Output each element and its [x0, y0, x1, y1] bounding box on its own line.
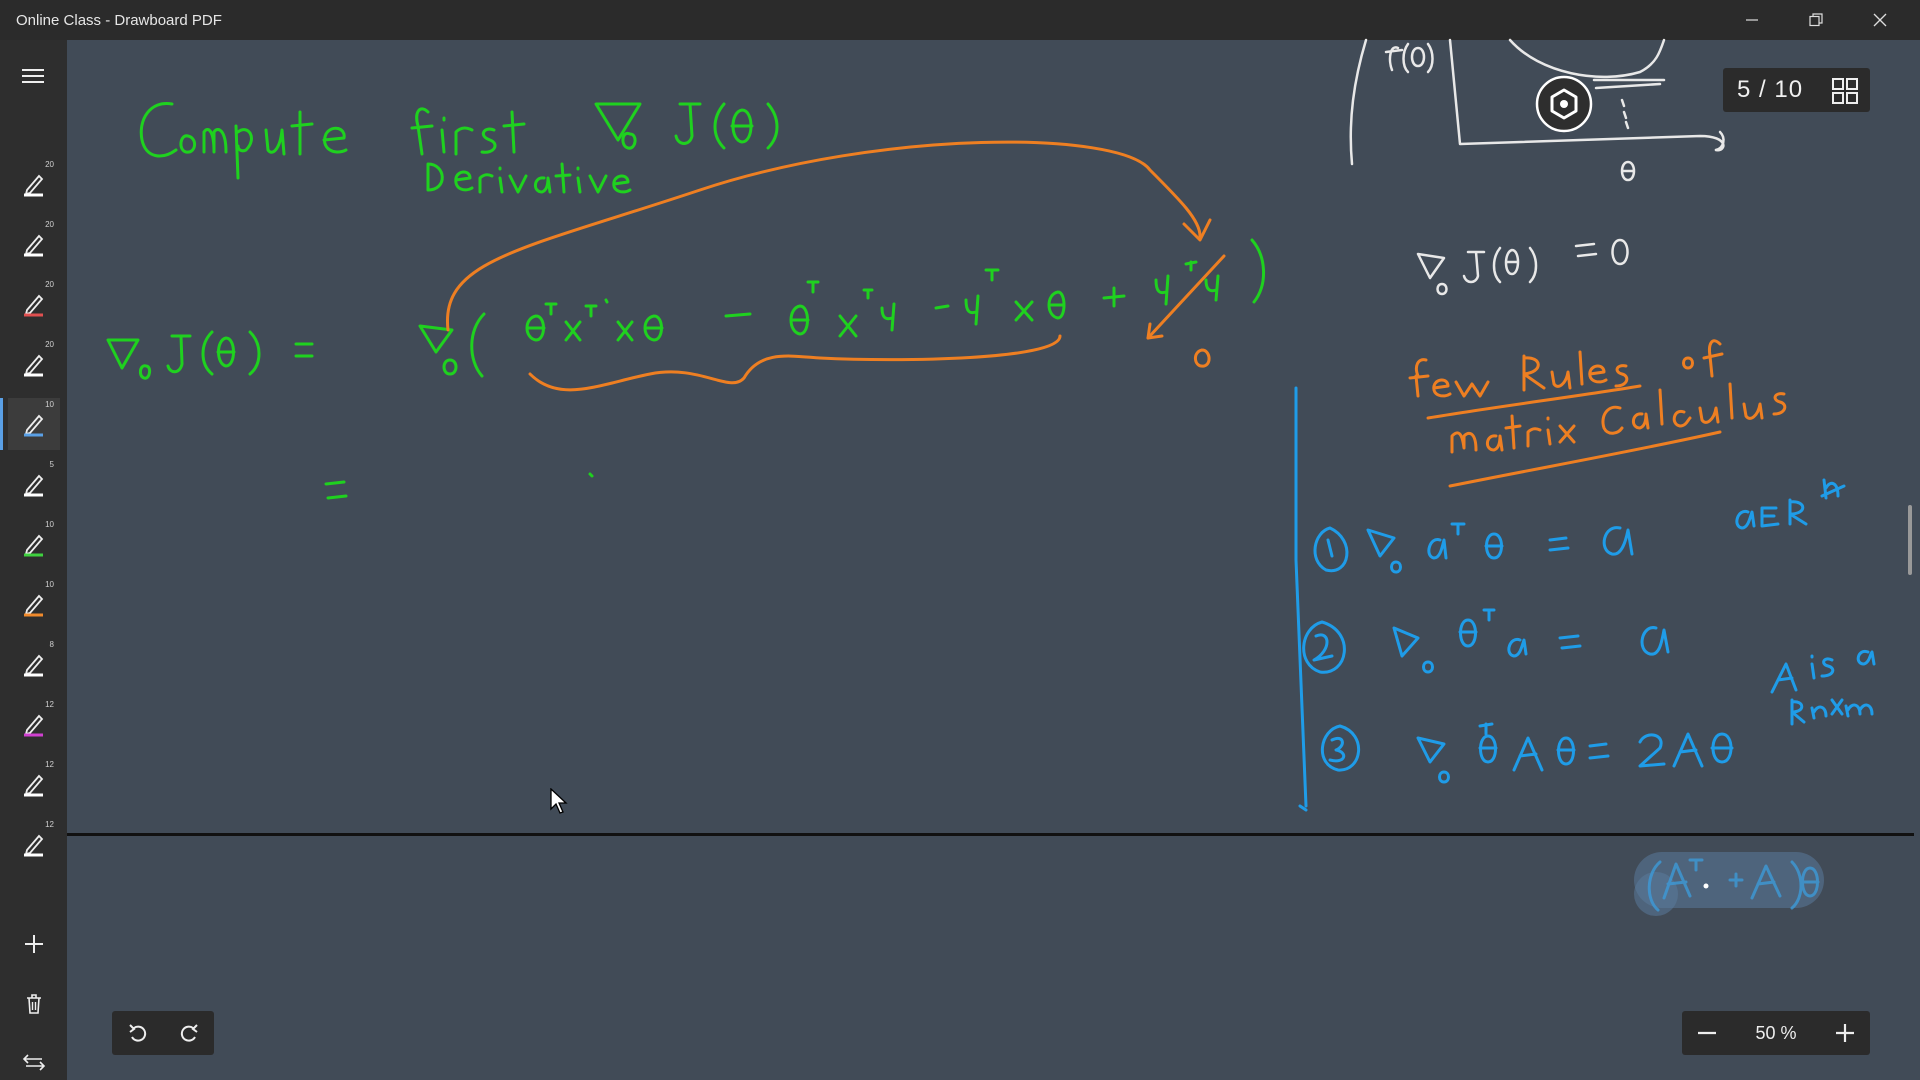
pen-icon [24, 474, 44, 497]
minus-icon [1698, 1031, 1716, 1035]
pen-size: 10 [45, 580, 54, 589]
faded-highlight-ink [1634, 852, 1824, 916]
tool-sidebar: 20 20 20 20 10 5 10 10 8 12 12 12 [0, 40, 67, 1080]
pen-tool-12[interactable]: 12 [8, 818, 60, 870]
pen-size: 20 [45, 220, 54, 229]
redo-icon [180, 1024, 198, 1042]
mouse-cursor-icon [550, 788, 568, 814]
pen-icon [24, 654, 44, 677]
pen-icon [24, 834, 44, 857]
pen-size: 20 [45, 280, 54, 289]
pen-size: 10 [45, 520, 54, 529]
page-number-text: 5 / 10 [1737, 76, 1804, 103]
pen-tool-6[interactable]: 5 [8, 458, 60, 510]
trash-icon[interactable] [18, 988, 50, 1020]
pen-icon [24, 594, 44, 617]
pen-size: 12 [45, 820, 54, 829]
pen-icon [24, 774, 44, 797]
pen-tool-10[interactable]: 12 [8, 698, 60, 750]
pen-tool-1[interactable]: 20 [8, 158, 60, 210]
pen-tool-9[interactable]: 8 [8, 638, 60, 690]
swap-sides-icon[interactable] [18, 1046, 50, 1078]
pen-tool-11[interactable]: 12 [8, 758, 60, 810]
undo-icon [128, 1024, 146, 1042]
pen-tool-7[interactable]: 10 [8, 518, 60, 570]
zoom-control: 50 % [1682, 1011, 1870, 1055]
grid-view-icon[interactable] [1832, 78, 1858, 104]
undo-redo-group [112, 1011, 214, 1055]
pen-size: 8 [49, 640, 54, 649]
hamburger-menu-button[interactable] [18, 62, 48, 90]
plus-icon [1836, 1024, 1854, 1042]
pen-icon [24, 414, 44, 437]
pen-tool-3[interactable]: 20 [8, 278, 60, 330]
pen-size: 5 [49, 460, 54, 469]
pen-size: 12 [45, 760, 54, 769]
pen-icon [24, 354, 44, 377]
pen-icon [24, 174, 44, 197]
zoom-in-button[interactable] [1820, 1011, 1870, 1055]
selection-tool-badge [1535, 75, 1593, 133]
zoom-out-button[interactable] [1682, 1011, 1732, 1055]
zoom-level: 50 % [1755, 1022, 1797, 1043]
pen-size: 20 [45, 160, 54, 169]
white-sketch-ink [1349, 38, 1725, 296]
orange-annotations [445, 140, 1787, 488]
pen-icon [24, 294, 44, 317]
green-heading-ink [106, 102, 1266, 500]
undo-button[interactable] [112, 1011, 163, 1055]
pen-tool-2[interactable]: 20 [8, 218, 60, 270]
pen-tool-5[interactable]: 10 [0, 398, 60, 450]
handwritten-annotations [106, 38, 1876, 916]
pen-size: 20 [45, 340, 54, 349]
blue-rules-ink [1294, 386, 1876, 812]
pen-icon [24, 534, 44, 557]
pen-size: 10 [45, 400, 54, 409]
pen-tool-4[interactable]: 20 [8, 338, 60, 390]
pen-icon [24, 234, 44, 257]
redo-button[interactable] [163, 1011, 214, 1055]
page-counter[interactable]: 5 / 10 [1723, 68, 1870, 112]
pen-tool-8[interactable]: 10 [8, 578, 60, 630]
pen-icon [24, 714, 44, 737]
pen-size: 12 [45, 700, 54, 709]
add-pen-button[interactable] [18, 928, 50, 960]
